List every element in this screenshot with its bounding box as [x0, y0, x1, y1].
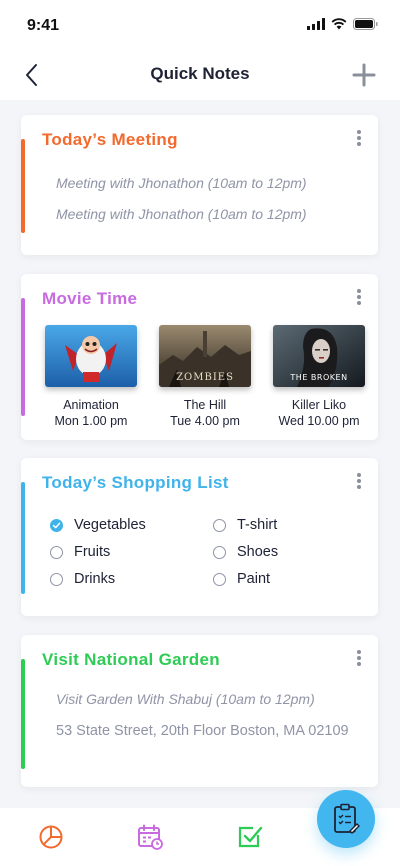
add-icon[interactable]: [352, 63, 376, 87]
pie-chart-icon[interactable]: [37, 823, 65, 851]
poster-title: ZOMBIES: [176, 372, 234, 383]
movie-poster: ZOMBIES: [159, 325, 251, 387]
radio-icon[interactable]: [50, 545, 63, 559]
checklist-label: Fruits: [74, 544, 111, 560]
more-vertical-icon[interactable]: [356, 288, 362, 306]
movie-item[interactable]: Animation Mon 1.00 pm: [45, 325, 137, 429]
notes-fab-button[interactable]: [317, 790, 375, 848]
calendar-icon[interactable]: [136, 823, 164, 851]
movie-name: Killer Liko: [291, 398, 347, 412]
movie-item[interactable]: ZOMBIES The Hill Tue 4.00 pm: [159, 325, 251, 429]
status-bar: 9:41: [0, 0, 400, 50]
card-title: Today’s Meeting: [42, 130, 178, 149]
card-accent: [21, 482, 25, 594]
movie-time: Wed 10.00 pm: [278, 414, 360, 428]
card-accent: [21, 139, 25, 233]
movie-item[interactable]: THE BROKEN Killer Liko Wed 10.00 pm: [273, 325, 365, 429]
movie-name: Animation: [63, 398, 119, 412]
signal-icon: [307, 18, 325, 30]
checklist-item[interactable]: Shoes: [213, 544, 278, 560]
status-time: 9:41: [27, 17, 60, 34]
meeting-line-2: Meeting with Jhonathon (10am to 12pm): [56, 206, 307, 222]
card-title: Today’s Shopping List: [42, 473, 229, 492]
movie-time: Tue 4.00 pm: [170, 414, 240, 428]
garden-card[interactable]: Visit National Garden Visit Garden With …: [21, 635, 378, 787]
checklist-label: T-shirt: [237, 517, 278, 533]
more-vertical-icon[interactable]: [356, 472, 362, 490]
radio-icon[interactable]: [213, 518, 226, 532]
movie-poster: [45, 325, 137, 387]
movie-name: The Hill: [183, 398, 227, 412]
clipboard-icon: [334, 803, 360, 834]
movie-card[interactable]: Movie Time Animation Mon 1.00 pm ZOMBIES…: [21, 274, 378, 440]
checklist-label: Drinks: [74, 571, 116, 587]
poster-title: THE BROKEN: [289, 373, 347, 382]
radio-icon[interactable]: [213, 572, 226, 586]
battery-icon: [353, 18, 378, 30]
checklist-item[interactable]: Vegetables: [50, 517, 146, 533]
card-title: Movie Time: [42, 289, 138, 308]
more-vertical-icon[interactable]: [356, 649, 362, 667]
garden-address: 53 State Street, 20th Floor Boston, MA 0…: [56, 723, 349, 739]
card-accent: [21, 298, 25, 416]
checklist-item[interactable]: Fruits: [50, 544, 110, 560]
checklist-label: Shoes: [237, 544, 279, 560]
checklist-item[interactable]: T-shirt: [213, 517, 277, 533]
card-accent: [21, 659, 25, 769]
checklist-item[interactable]: Drinks: [50, 571, 115, 587]
movie-time: Mon 1.00 pm: [54, 414, 128, 428]
movie-list: Animation Mon 1.00 pm ZOMBIES The Hill T…: [45, 325, 365, 435]
card-title: Visit National Garden: [42, 650, 220, 669]
status-icons: [307, 18, 378, 30]
meeting-line-1: Meeting with Jhonathon (10am to 12pm): [56, 175, 307, 191]
meeting-card[interactable]: Today’s Meeting Meeting with Jhonathon (…: [21, 115, 378, 255]
checked-radio-icon[interactable]: [50, 518, 63, 532]
wifi-icon: [331, 18, 347, 30]
shopping-card[interactable]: Today’s Shopping List Vegetables Fruits …: [21, 458, 378, 616]
nav-bar: Quick Notes: [0, 50, 400, 100]
page-title: Quick Notes: [150, 64, 250, 83]
checkbox-icon[interactable]: [236, 823, 264, 851]
radio-icon[interactable]: [213, 545, 226, 559]
checklist-label: Vegetables: [74, 517, 146, 533]
radio-icon[interactable]: [50, 572, 63, 586]
more-vertical-icon[interactable]: [356, 129, 362, 147]
checklist-label: Paint: [237, 571, 271, 587]
movie-poster: THE BROKEN: [273, 325, 365, 387]
garden-line: Visit Garden With Shabuj (10am to 12pm): [56, 691, 315, 707]
checklist-item[interactable]: Paint: [213, 571, 270, 587]
